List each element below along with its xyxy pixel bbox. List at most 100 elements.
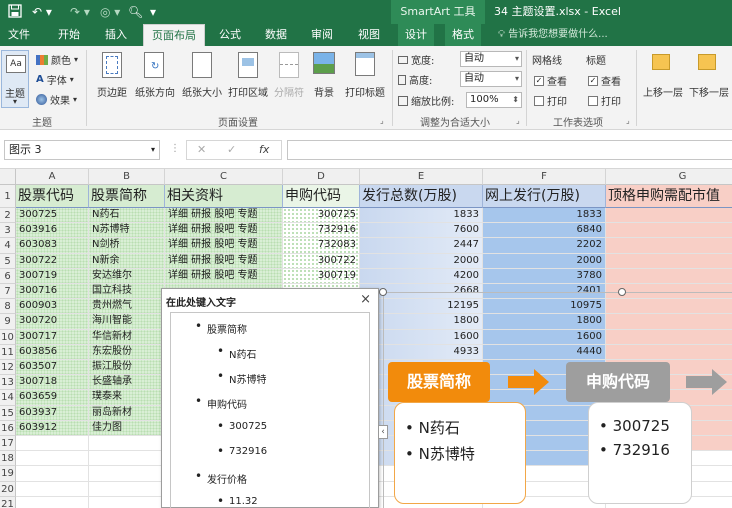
row-header[interactable]: 16 bbox=[0, 420, 16, 436]
table-cell[interactable]: 2202 bbox=[483, 238, 606, 254]
column-header[interactable]: F bbox=[483, 169, 606, 185]
header-cell[interactable]: 申购代码 bbox=[283, 185, 360, 208]
table-cell[interactable]: 600903 bbox=[16, 299, 89, 315]
table-cell[interactable] bbox=[89, 466, 165, 482]
row-header[interactable]: 9 bbox=[0, 314, 16, 330]
row-header[interactable]: 8 bbox=[0, 299, 16, 315]
tab-formulas[interactable]: 公式 bbox=[212, 24, 248, 46]
header-cell[interactable]: 发行总数(万股) bbox=[360, 185, 483, 208]
tab-review[interactable]: 审阅 bbox=[304, 24, 340, 46]
text-pane-bullet[interactable]: 股票简称 bbox=[195, 321, 247, 336]
header-cell[interactable]: 网上发行(万股) bbox=[483, 185, 606, 208]
header-cell[interactable]: 相关资料 bbox=[165, 185, 283, 208]
table-cell[interactable]: N苏博特 bbox=[89, 223, 165, 239]
name-box[interactable]: 图示 3 ▾ bbox=[4, 140, 160, 160]
table-cell[interactable]: 300717 bbox=[16, 329, 89, 345]
column-header[interactable]: G bbox=[606, 169, 732, 185]
table-cell[interactable]: 300720 bbox=[16, 314, 89, 330]
tab-view[interactable]: 视图 bbox=[351, 24, 387, 46]
row-header[interactable]: 17 bbox=[0, 436, 16, 452]
row-header[interactable]: 19 bbox=[0, 466, 16, 482]
undo-icon[interactable]: ↶ ▾ bbox=[32, 4, 52, 20]
row-header[interactable]: 18 bbox=[0, 451, 16, 467]
resize-handle[interactable] bbox=[379, 288, 387, 296]
gridlines-print-checkbox[interactable]: 打印 bbox=[534, 93, 567, 108]
row-header[interactable]: 15 bbox=[0, 405, 16, 421]
row-header[interactable]: 2 bbox=[0, 208, 16, 224]
row-header[interactable]: 14 bbox=[0, 390, 16, 406]
table-cell[interactable]: 振江股份 bbox=[89, 360, 165, 376]
table-cell[interactable] bbox=[606, 208, 732, 224]
page-size-button[interactable]: 纸张大小 bbox=[180, 52, 224, 102]
table-cell[interactable]: 详细 研报 股吧 专题 bbox=[165, 268, 283, 284]
print-area-button[interactable]: 打印区域 bbox=[226, 52, 270, 102]
table-cell[interactable]: 华信新材 bbox=[89, 329, 165, 345]
table-cell[interactable] bbox=[16, 436, 89, 452]
table-cell[interactable]: 详细 研报 股吧 专题 bbox=[165, 223, 283, 239]
text-pane-sub-bullet[interactable]: N苏博特 bbox=[217, 371, 267, 386]
table-cell[interactable]: 长盛轴承 bbox=[89, 375, 165, 391]
smartart-sublist-1[interactable]: • N药石 • N苏博特 bbox=[394, 402, 526, 504]
print-preview-icon[interactable]: 🔍︎ bbox=[128, 4, 143, 20]
table-cell[interactable] bbox=[606, 238, 732, 254]
table-cell[interactable]: 璞泰来 bbox=[89, 390, 165, 406]
save-icon[interactable] bbox=[8, 4, 22, 20]
table-cell[interactable] bbox=[606, 223, 732, 239]
table-cell[interactable]: 贵州燃气 bbox=[89, 299, 165, 315]
table-cell[interactable]: 佳力图 bbox=[89, 420, 165, 436]
table-cell[interactable]: N药石 bbox=[89, 208, 165, 224]
send-backward-button[interactable]: 下移一层 bbox=[686, 52, 730, 102]
table-cell[interactable] bbox=[16, 496, 89, 508]
table-cell[interactable] bbox=[16, 451, 89, 467]
table-cell[interactable] bbox=[89, 496, 165, 508]
customize-toolbar-icon[interactable]: ▾ bbox=[150, 4, 156, 20]
theme-fonts-button[interactable]: A 字体 ▾ bbox=[36, 72, 74, 87]
table-cell[interactable] bbox=[606, 268, 732, 284]
row-header[interactable]: 12 bbox=[0, 360, 16, 376]
header-cell[interactable]: 顶格申购需配市值 bbox=[606, 185, 732, 208]
tab-insert[interactable]: 插入 bbox=[98, 24, 134, 46]
column-header[interactable]: A bbox=[16, 169, 89, 185]
table-cell[interactable]: 732083 bbox=[283, 238, 360, 254]
table-cell[interactable] bbox=[606, 253, 732, 269]
scale-launcher-icon[interactable]: ⌟ bbox=[516, 116, 520, 125]
table-cell[interactable]: 603507 bbox=[16, 360, 89, 376]
table-cell[interactable]: 国立科技 bbox=[89, 284, 165, 300]
background-button[interactable]: 背景 bbox=[308, 52, 340, 102]
formula-input[interactable] bbox=[287, 140, 732, 160]
table-cell[interactable]: 2000 bbox=[360, 253, 483, 269]
table-cell[interactable]: 603916 bbox=[16, 223, 89, 239]
row-header[interactable]: 11 bbox=[0, 344, 16, 360]
table-cell[interactable]: 603083 bbox=[16, 238, 89, 254]
sheet-options-launcher-icon[interactable]: ⌟ bbox=[626, 116, 630, 125]
headings-view-checkbox[interactable]: ✓ 查看 bbox=[588, 73, 621, 88]
table-cell[interactable]: 603659 bbox=[16, 390, 89, 406]
smartart-shape-stock-name[interactable]: 股票简称 bbox=[388, 362, 490, 402]
row-header[interactable]: 21 bbox=[0, 496, 16, 508]
row-header[interactable]: 5 bbox=[0, 253, 16, 269]
themes-button[interactable]: Aa 主题 ▾ bbox=[1, 50, 29, 108]
scale-spinner[interactable]: 100% ⬍ bbox=[466, 92, 522, 108]
text-pane-sub-bullet[interactable]: 732916 bbox=[217, 446, 267, 457]
table-cell[interactable]: N新余 bbox=[89, 253, 165, 269]
header-cell[interactable]: 股票简称 bbox=[89, 185, 165, 208]
table-cell[interactable]: 东宏股份 bbox=[89, 344, 165, 360]
enter-icon[interactable]: ✓ bbox=[227, 141, 236, 159]
column-header[interactable]: B bbox=[89, 169, 165, 185]
header-cell[interactable]: 股票代码 bbox=[16, 185, 89, 208]
table-cell[interactable]: 丽岛新材 bbox=[89, 405, 165, 421]
table-cell[interactable]: 1833 bbox=[483, 208, 606, 224]
column-header[interactable]: C bbox=[165, 169, 283, 185]
resize-handle[interactable] bbox=[618, 288, 626, 296]
row-header[interactable]: 4 bbox=[0, 238, 16, 254]
row-header[interactable]: 13 bbox=[0, 375, 16, 391]
orientation-button[interactable]: ↻ 纸张方向 bbox=[132, 52, 178, 102]
column-header[interactable]: D bbox=[283, 169, 360, 185]
row-header[interactable]: 20 bbox=[0, 481, 16, 497]
table-cell[interactable]: 4200 bbox=[360, 268, 483, 284]
table-cell[interactable]: 2447 bbox=[360, 238, 483, 254]
smartart-shape-subscribe-code[interactable]: 申购代码 bbox=[566, 362, 670, 402]
table-cell[interactable] bbox=[89, 436, 165, 452]
table-cell[interactable]: 300719 bbox=[16, 268, 89, 284]
table-cell[interactable]: 300722 bbox=[283, 253, 360, 269]
